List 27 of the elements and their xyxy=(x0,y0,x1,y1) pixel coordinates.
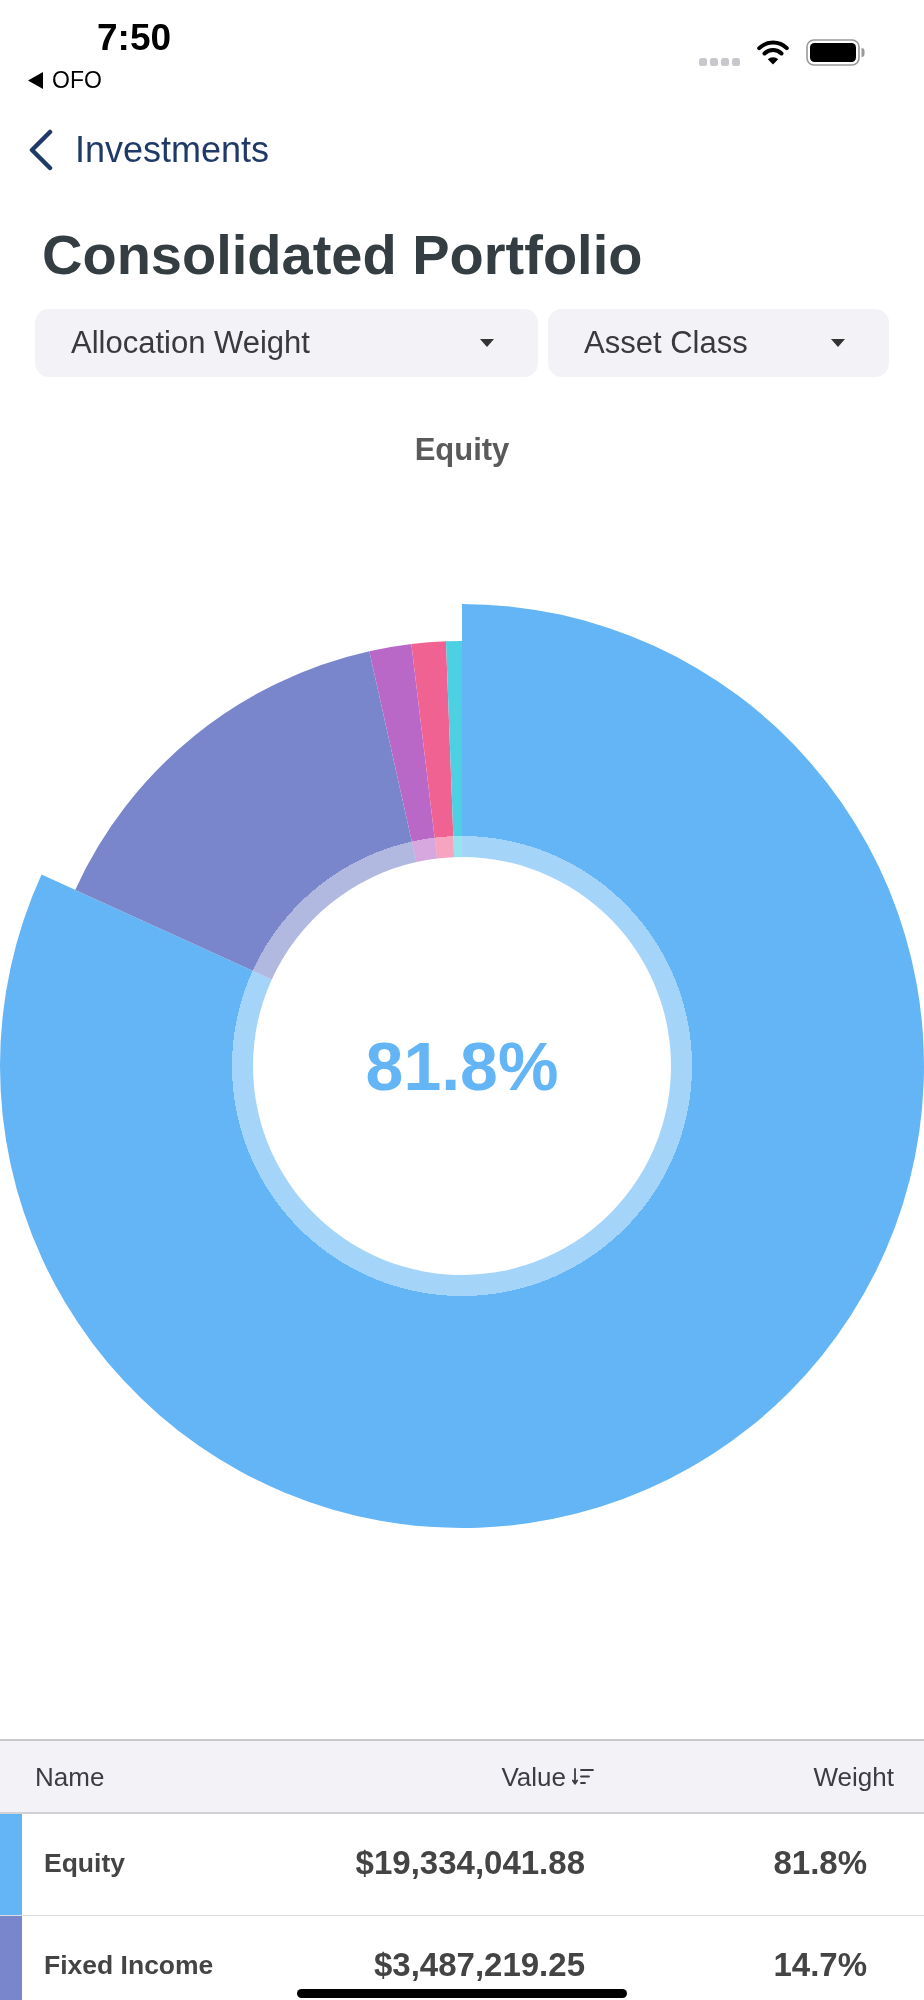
chevron-left-icon xyxy=(28,129,53,171)
table-cell: $3,487,219.25 xyxy=(373,1947,585,1983)
column-header[interactable]: Name xyxy=(35,1760,105,1793)
back-to-app-button[interactable]: OFO xyxy=(28,68,102,92)
back-button[interactable]: Investments xyxy=(28,129,270,171)
filter-dropdown[interactable]: Asset Class xyxy=(548,309,889,377)
table-cell: 81.8% xyxy=(773,1845,867,1881)
chart-title: Equity xyxy=(414,431,510,469)
battery-icon xyxy=(806,38,865,66)
page-title: Consolidated Portfolio xyxy=(42,223,643,287)
caret-down-icon xyxy=(831,339,845,347)
column-header[interactable]: Weight xyxy=(813,1760,894,1793)
table-cell: 14.7% xyxy=(773,1947,867,1983)
table-cell-text: Equity xyxy=(44,1847,125,1880)
center-percentage: 81.8% xyxy=(365,1028,559,1104)
left-triangle-icon xyxy=(28,71,43,89)
cellular-signal-icon xyxy=(699,58,740,66)
wifi-icon xyxy=(756,39,790,65)
donut-slice[interactable] xyxy=(446,641,462,858)
table-cell-text: Fixed Income xyxy=(44,1949,214,1982)
donut-slice[interactable] xyxy=(37,641,887,1491)
table-cell: $19,334,041.88 xyxy=(355,1845,585,1881)
donut-slice[interactable] xyxy=(369,644,438,863)
column-header[interactable]: Value xyxy=(501,1760,594,1793)
filter-dropdown[interactable]: Allocation Weight xyxy=(35,309,538,377)
status-time: 7:50 xyxy=(97,16,172,60)
caret-down-icon xyxy=(480,339,494,347)
